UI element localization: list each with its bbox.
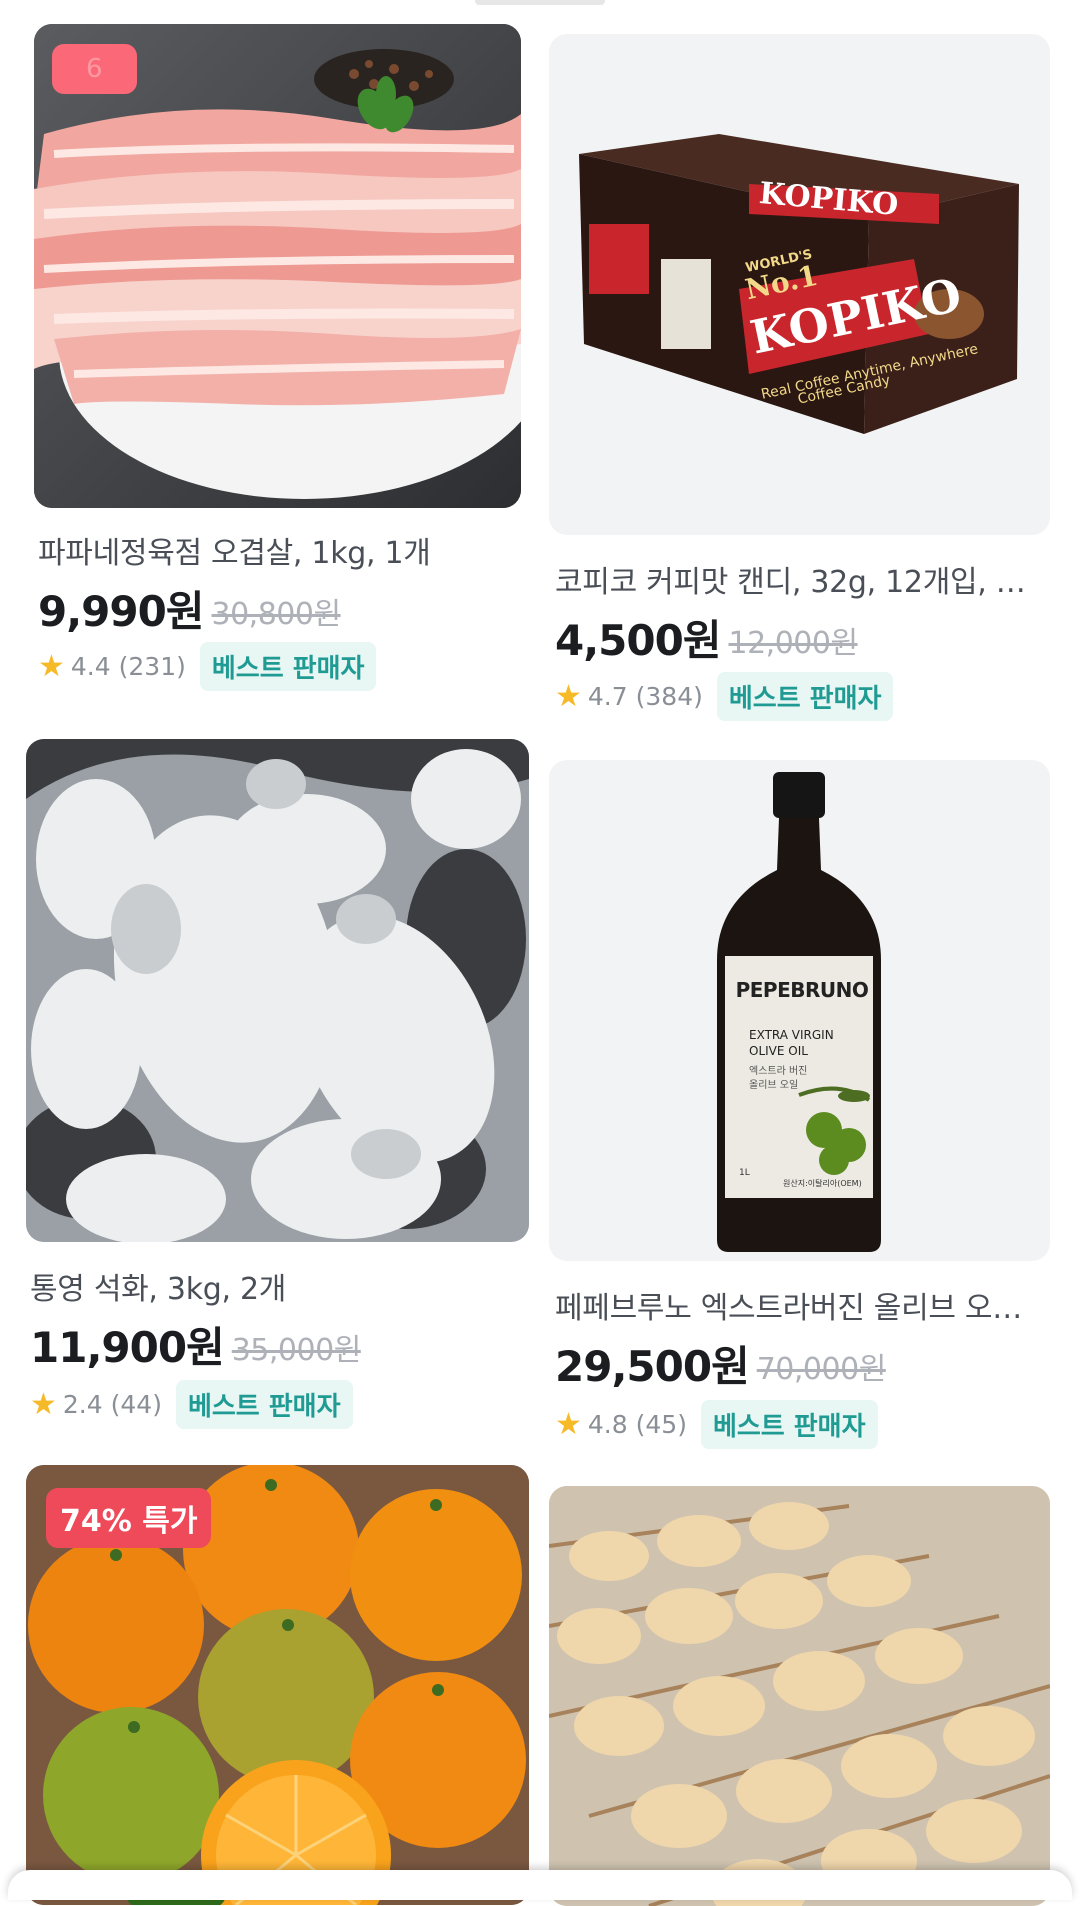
fishcake-skewers-image <box>549 1486 1050 1906</box>
product-title[interactable]: 코피코 커피맛 캔디, 32g, 12개입, 1개 <box>555 557 1040 601</box>
original-price: 70,000원 <box>756 1352 887 1387</box>
product-title[interactable]: 페페브루노 엑스트라버진 올리브 오일, 1L, 1개 <box>555 1283 1040 1327</box>
star-icon: ★ <box>555 1406 582 1442</box>
rating-text: 4.8 (45) <box>587 1410 687 1439</box>
product-image-olive-oil[interactable]: PEPEBRUNO EXTRA VIRGIN OLIVE OIL 엑스트라 버진… <box>549 760 1050 1261</box>
product-image-oyster[interactable] <box>26 739 529 1242</box>
price-row: 4,500원 12,000원 <box>555 607 858 668</box>
olive-kr2: 올리브 오일 <box>749 1080 799 1091</box>
sale-price: 29,500원 <box>555 1342 750 1391</box>
product-image-oranges[interactable]: 74% 특가 <box>26 1465 529 1905</box>
price-row: 29,500원 70,000원 <box>555 1333 886 1394</box>
star-icon: ★ <box>30 1386 57 1422</box>
sale-price: 9,990원 <box>38 587 204 636</box>
best-seller-badge: 베스트 판매자 <box>175 1380 353 1429</box>
top-drag-handle[interactable] <box>475 0 605 5</box>
original-price: 12,000원 <box>728 626 859 661</box>
rating-text: 4.4 (231) <box>70 652 186 681</box>
original-price: 35,000원 <box>231 1333 362 1368</box>
rating-row: ★ 4.8 (45) 베스트 판매자 <box>555 1400 878 1449</box>
rating-row: ★ 2.4 (44) 베스트 판매자 <box>30 1380 353 1429</box>
oyster-image <box>26 739 529 1242</box>
original-price: 30,800원 <box>211 597 342 632</box>
promo-badge: 74% 특가 <box>46 1488 212 1548</box>
price-row: 9,990원 30,800원 <box>38 578 341 639</box>
best-seller-badge: 베스트 판매자 <box>716 672 894 721</box>
olive-line2: OLIVE OIL <box>749 1044 808 1058</box>
rating-text: 2.4 (44) <box>62 1390 162 1419</box>
product-title[interactable]: 통영 석화, 3kg, 2개 <box>30 1264 515 1308</box>
product-image-kopiko[interactable]: KOPIKO KOPIKO WORLD'S No.1 Real Coffee A… <box>549 34 1050 535</box>
rating-row: ★ 4.4 (231) 베스트 판매자 <box>38 642 377 691</box>
olive-origin: 원산지:이탈리아(OEM) <box>783 1179 862 1188</box>
bottom-sheet-edge <box>8 1870 1072 1900</box>
star-icon: ★ <box>555 678 582 714</box>
product-image-pork[interactable]: 6 <box>34 24 521 508</box>
rating-row: ★ 4.7 (384) 베스트 판매자 <box>555 672 894 721</box>
price-row: 11,900원 35,000원 <box>30 1314 361 1375</box>
olive-kr1: 엑스트라 버진 <box>749 1066 808 1077</box>
sale-price: 11,900원 <box>30 1323 225 1372</box>
promo-badge: 6 <box>52 44 137 94</box>
best-seller-badge: 베스트 판매자 <box>700 1400 878 1449</box>
rating-text: 4.7 (384) <box>587 682 703 711</box>
olive-line1: EXTRA VIRGIN <box>749 1028 834 1042</box>
pork-belly-image <box>34 24 521 508</box>
product-title[interactable]: 파파네정육점 오겹살, 1kg, 1개 <box>38 528 523 572</box>
sale-price: 4,500원 <box>555 616 721 665</box>
olive-volume: 1L <box>739 1168 750 1178</box>
product-image-fishcake[interactable] <box>549 1486 1050 1906</box>
star-icon: ★ <box>38 648 65 684</box>
olive-brand: PEPEBRUNO <box>735 978 869 1002</box>
best-seller-badge: 베스트 판매자 <box>199 642 377 691</box>
